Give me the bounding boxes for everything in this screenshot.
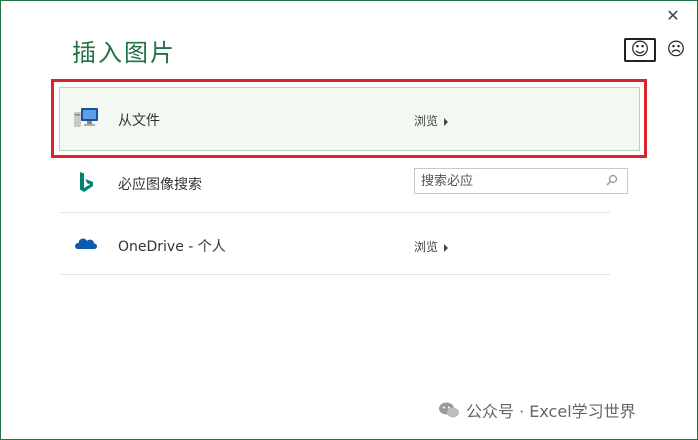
source-label: 必应图像搜索 <box>118 177 202 193</box>
onedrive-cloud-icon <box>75 238 97 249</box>
browse-link[interactable]: 浏览 <box>414 238 449 255</box>
bing-logo-icon <box>80 172 93 192</box>
frown-feedback-icon[interactable]: ☹ <box>664 38 688 62</box>
wechat-icon <box>439 402 459 418</box>
highlight-box <box>51 79 647 158</box>
source-label: OneDrive - 个人 <box>118 239 226 255</box>
bing-search-box[interactable] <box>414 168 628 194</box>
browse-label: 浏览 <box>414 240 439 254</box>
smile-feedback-icon[interactable]: ☺ <box>624 38 656 62</box>
source-bing-search: 必应图像搜索 <box>60 153 628 213</box>
watermark-text: 公众号 · Excel学习世界 <box>466 402 636 421</box>
close-icon[interactable]: ✕ <box>663 6 683 26</box>
bing-search-input[interactable] <box>415 169 595 193</box>
watermark: 公众号 · Excel学习世界 <box>438 398 636 422</box>
dialog-title: 插入图片 <box>72 39 176 67</box>
chevron-right-icon <box>444 243 449 252</box>
search-icon[interactable] <box>605 173 619 187</box>
source-onedrive[interactable]: OneDrive - 个人 浏览 <box>60 215 610 275</box>
